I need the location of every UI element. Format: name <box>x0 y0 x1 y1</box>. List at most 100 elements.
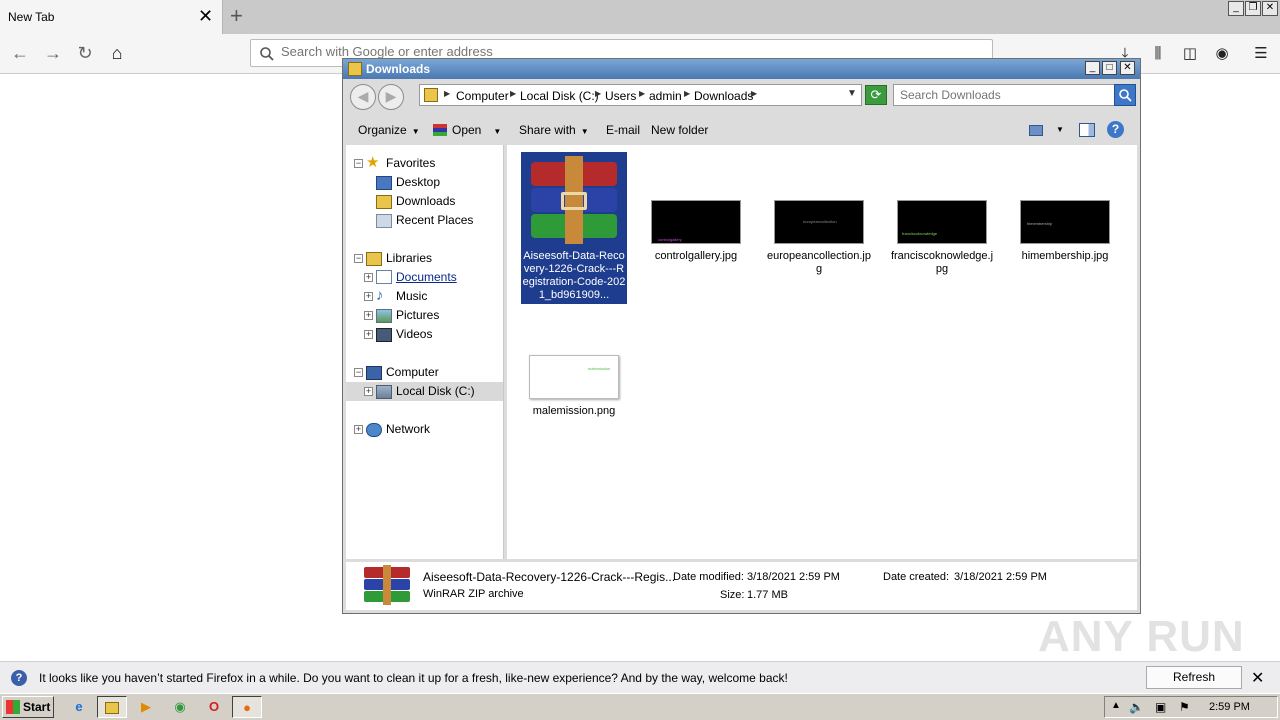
start-button[interactable]: Start <box>2 696 54 718</box>
firefox-icon[interactable]: ● <box>232 696 262 718</box>
nav-favorites[interactable]: − ★ Favorites <box>346 154 503 173</box>
file-item[interactable]: controlgallery controlgallery.jpg <box>643 200 749 263</box>
chevron-right-icon[interactable]: ▶ <box>684 89 690 98</box>
collapse-icon[interactable]: − <box>354 368 363 377</box>
explorer-taskbar-icon[interactable] <box>97 696 127 718</box>
close-icon[interactable]: ✕ <box>1120 61 1135 75</box>
opera-icon[interactable]: O <box>199 696 229 718</box>
sidebar-icon[interactable]: ◫ <box>1179 43 1201 65</box>
nav-pictures[interactable]: + Pictures <box>346 306 503 325</box>
nav-computer[interactable]: − Computer <box>346 363 503 382</box>
address-bar[interactable]: ▶ Computer ▶ Local Disk (C:) ▶ Users ▶ a… <box>419 84 862 106</box>
forward-button[interactable]: ▶ <box>378 84 404 110</box>
chevron-right-icon[interactable]: ▶ <box>639 89 645 98</box>
volume-icon[interactable]: 🔈 <box>1129 700 1144 714</box>
network-icon <box>366 423 382 437</box>
expand-icon[interactable]: + <box>364 273 373 282</box>
menu-icon[interactable]: ☰ <box>1250 43 1272 65</box>
breadcrumb-admin[interactable]: admin <box>649 89 682 103</box>
media-player-icon[interactable]: ▶ <box>131 696 161 718</box>
collapse-icon[interactable]: − <box>354 159 363 168</box>
internet-explorer-icon[interactable]: e <box>64 696 94 718</box>
collapse-icon[interactable]: − <box>354 254 363 263</box>
taskbar: Start e ▶ ◉ O ● ▲ 🔈 ▣ ⚑ 2:59 PM <box>0 693 1280 720</box>
new-tab-icon[interactable]: + <box>230 3 243 29</box>
clock[interactable]: 2:59 PM <box>1209 701 1250 713</box>
image-thumbnail: himembership <box>1020 200 1110 244</box>
flag-icon[interactable]: ⚑ <box>1179 700 1190 714</box>
breadcrumb-downloads[interactable]: Downloads <box>694 89 753 103</box>
nav-desktop[interactable]: Desktop <box>346 173 503 192</box>
restore-icon[interactable]: ❐ <box>1245 1 1261 16</box>
folder-icon <box>348 62 362 76</box>
explorer-titlebar[interactable]: Downloads _ □ ✕ <box>343 59 1140 79</box>
preview-pane-icon[interactable] <box>1079 123 1095 137</box>
tab-close-icon[interactable]: ✕ <box>198 6 213 26</box>
chevron-down-icon[interactable]: ▼ <box>1056 125 1064 134</box>
nav-network[interactable]: + Network <box>346 420 503 439</box>
nav-local-disk[interactable]: + Local Disk (C:) <box>346 382 503 401</box>
nav-label: Music <box>396 289 428 303</box>
search-box[interactable] <box>893 84 1136 106</box>
nav-documents[interactable]: + Documents <box>346 268 503 287</box>
account-icon[interactable]: ◉ <box>1211 43 1233 65</box>
library-icon[interactable]: ⫼ <box>1147 43 1169 65</box>
watermark: ANY RUN <box>1038 612 1245 661</box>
chevron-down-icon[interactable]: ▼ <box>847 88 857 99</box>
close-icon[interactable]: ✕ <box>1251 668 1264 688</box>
expand-icon[interactable]: + <box>364 292 373 301</box>
nav-label: Videos <box>396 327 433 341</box>
new-folder-button[interactable]: New folder <box>651 123 708 137</box>
nav-downloads[interactable]: Downloads <box>346 192 503 211</box>
file-item[interactable]: Aiseesoft-Data-Recovery-1226-Crack---Reg… <box>521 152 627 304</box>
breadcrumb-computer[interactable]: Computer <box>456 89 509 103</box>
search-input[interactable] <box>900 88 1108 102</box>
help-icon[interactable]: ? <box>1107 121 1124 138</box>
network-tray-icon[interactable]: ▣ <box>1155 700 1166 714</box>
organize-button[interactable]: Organize ▼ <box>358 123 420 137</box>
hard-disk-icon <box>376 385 392 399</box>
minimize-icon[interactable]: _ <box>1085 61 1100 75</box>
close-icon[interactable]: ✕ <box>1262 1 1278 16</box>
chevron-right-icon[interactable]: ▶ <box>751 89 757 98</box>
chrome-icon[interactable]: ◉ <box>165 696 195 718</box>
open-button[interactable]: Open ▼ <box>433 123 501 137</box>
chevron-right-icon[interactable]: ▶ <box>595 89 601 98</box>
reload-icon[interactable]: ↻ <box>73 42 97 66</box>
thumbnail-text: franciscoknowledge <box>902 231 938 236</box>
file-item[interactable]: himembership himembership.jpg <box>1012 200 1118 263</box>
nav-label: Downloads <box>396 194 456 208</box>
nav-libraries[interactable]: − Libraries <box>346 249 503 268</box>
email-button[interactable]: E-mail <box>606 123 640 137</box>
tab-new-tab[interactable]: New Tab ✕ <box>0 0 223 34</box>
chevron-up-icon[interactable]: ▲ <box>1111 700 1121 711</box>
back-button[interactable]: ◀ <box>350 84 376 110</box>
chevron-right-icon[interactable]: ▶ <box>444 89 450 98</box>
minimize-icon[interactable]: _ <box>1228 1 1244 16</box>
nav-music[interactable]: + ♪ Music <box>346 287 503 306</box>
home-icon[interactable]: ⌂ <box>105 42 129 66</box>
expand-icon[interactable]: + <box>364 387 373 396</box>
start-label: Start <box>23 700 51 714</box>
search-icon <box>260 47 274 61</box>
breadcrumb-users[interactable]: Users <box>605 89 636 103</box>
breadcrumb-local-disk[interactable]: Local Disk (C:) <box>520 89 599 103</box>
forward-icon[interactable]: → <box>41 42 65 66</box>
expand-icon[interactable]: + <box>364 311 373 320</box>
file-item[interactable]: malemission malemission.png <box>521 355 627 418</box>
expand-icon[interactable]: + <box>364 330 373 339</box>
maximize-icon[interactable]: □ <box>1102 61 1117 75</box>
view-icon[interactable] <box>1029 125 1043 136</box>
search-button[interactable] <box>1114 84 1136 106</box>
nav-recent-places[interactable]: Recent Places <box>346 211 503 230</box>
file-item[interactable]: europeancollection europeancollection.jp… <box>766 200 872 276</box>
chevron-right-icon[interactable]: ▶ <box>510 89 516 98</box>
share-with-button[interactable]: Share with ▼ <box>519 123 589 137</box>
expand-icon[interactable]: + <box>354 425 363 434</box>
url-input[interactable] <box>281 44 881 59</box>
back-icon[interactable]: ← <box>8 42 32 66</box>
nav-videos[interactable]: + Videos <box>346 325 503 344</box>
refresh-firefox-button[interactable]: Refresh Firefox… <box>1146 666 1242 705</box>
file-item[interactable]: franciscoknowledge franciscoknowledge.jp… <box>889 200 995 276</box>
refresh-button[interactable]: ⟳ <box>865 85 887 105</box>
